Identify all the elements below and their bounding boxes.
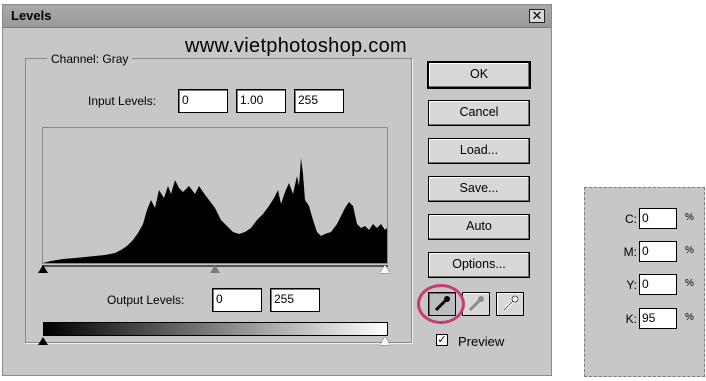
info-row-k: K: 95 % [585,308,706,330]
ok-button[interactable]: OK [427,61,531,89]
input-gamma-field[interactable]: 1.00 [236,89,286,113]
cancel-button[interactable]: Cancel [428,100,530,126]
input-white-field[interactable]: 255 [294,89,344,113]
dialog-title: Levels [11,8,52,23]
highlight-circle [417,284,465,324]
info-value: 0 [639,274,677,295]
info-panel: C: 0 % M: 0 % Y: 0 % K: 95 % [584,187,705,377]
output-white-field[interactable]: 255 [270,288,320,312]
channel-value[interactable]: Gray [102,52,128,66]
preview-label: Preview [458,334,505,349]
white-eyedropper-button[interactable] [496,292,524,316]
white-eyedropper-icon [502,295,519,312]
info-unit: % [685,212,694,223]
input-levels-label: Input Levels: [88,94,157,108]
options-button[interactable]: Options... [428,252,530,278]
channel-legend[interactable]: Channel: Gray [47,52,133,66]
output-white-slider[interactable] [380,337,390,345]
save-button[interactable]: Save... [428,176,530,202]
info-unit: % [685,278,694,289]
info-unit: % [685,245,694,256]
input-white-slider[interactable] [380,265,390,273]
gray-eyedropper-button[interactable] [462,292,490,316]
input-black-slider[interactable] [38,265,48,273]
info-key: K: [625,312,637,326]
input-gamma-slider[interactable] [210,265,220,273]
info-value: 0 [639,241,677,262]
output-black-slider[interactable] [38,337,48,345]
gray-eyedropper-icon [468,296,484,312]
close-icon[interactable]: ✕ [529,9,545,23]
title-bar[interactable]: Levels ✕ [3,5,551,28]
watermark-text: www.vietphotoshop.com [185,35,407,57]
load-button[interactable]: Load... [428,138,530,164]
output-levels-label: Output Levels: [107,293,185,307]
auto-button[interactable]: Auto [428,214,530,240]
info-key: C: [625,212,637,226]
info-value: 0 [639,208,677,229]
output-black-field[interactable]: 0 [212,288,262,312]
info-unit: % [685,312,694,323]
channel-label: Channel: [51,52,100,66]
info-key: M: [623,245,637,259]
histogram-box [42,127,388,264]
preview-checkbox[interactable]: ✓ [436,334,448,346]
output-gradient-bar [43,322,388,336]
info-key: Y: [626,278,637,292]
info-value: 95 [639,308,677,329]
info-row-m: M: 0 % [585,241,706,263]
input-black-field[interactable]: 0 [178,89,228,113]
info-row-y: Y: 0 % [585,274,706,296]
histogram [43,158,387,263]
info-row-c: C: 0 % [585,208,706,230]
